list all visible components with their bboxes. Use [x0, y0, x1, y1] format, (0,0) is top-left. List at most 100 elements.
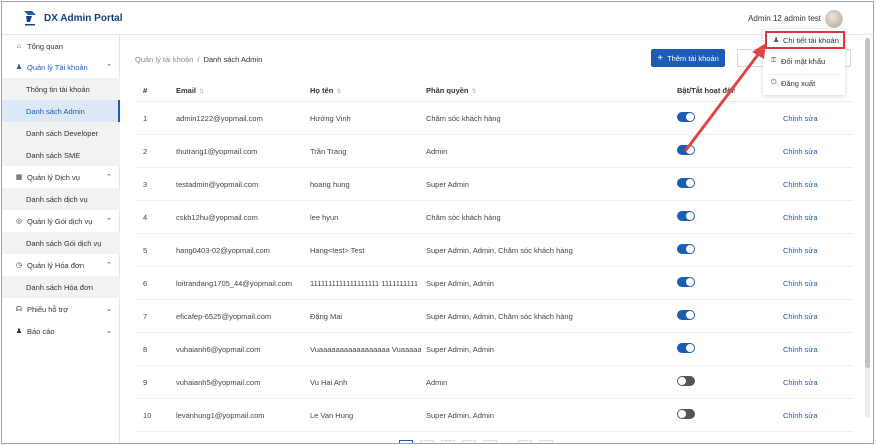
sidebar-item-label: Tổng quan — [27, 41, 63, 51]
report-icon: ♟ — [15, 328, 23, 335]
user-menu-item[interactable]: ♟ Chi tiết tài khoản — [765, 31, 845, 49]
chevron-up-icon[interactable]: ⌃ — [106, 261, 112, 269]
sidebar-item[interactable]: ◎ Quản lý Gói dịch vụ ⌃ — [2, 210, 120, 232]
cell-role: Super Admin, Admin, Chăm sóc khách hàng — [426, 246, 573, 255]
header-email[interactable]: Email ⇅ — [176, 86, 204, 95]
edit-link[interactable]: Chỉnh sửa — [783, 180, 818, 189]
cell-email: levanhung1@yopmail.com — [176, 411, 265, 420]
edit-link[interactable]: Chỉnh sửa — [783, 147, 818, 156]
sidebar-item[interactable]: ▦ Quản lý Dịch vụ ⌃ — [2, 166, 120, 188]
home-icon: ⌂ — [16, 42, 22, 50]
edit-link[interactable]: Chỉnh sửa — [783, 345, 818, 354]
active-toggle[interactable] — [677, 145, 695, 155]
vertical-scrollbar[interactable] — [865, 38, 870, 418]
edit-link[interactable]: Chỉnh sửa — [783, 279, 818, 288]
sort-icon[interactable]: ⇅ — [472, 89, 477, 95]
cell-num: 3 — [143, 180, 148, 189]
edit-link[interactable]: Chỉnh sửa — [783, 114, 818, 123]
cell-name: hoang hung — [310, 180, 350, 189]
active-toggle[interactable] — [677, 343, 695, 353]
edit-link[interactable]: Chỉnh sửa — [783, 411, 818, 420]
cell-name: Hướng Vinh — [310, 114, 351, 123]
table-row: 4 cskh12hu@yopmail.com lee hyun Chăm sóc kh… — [135, 201, 853, 234]
edit-link[interactable]: Chỉnh sửa — [783, 378, 818, 387]
headset-icon: ☊ — [15, 306, 23, 313]
chevron-up-icon[interactable]: ⌃ — [106, 63, 112, 71]
table-row: 6 loitrandang1705_44@yopmail.com 111111111… — [135, 267, 853, 300]
sidebar-item[interactable]: ♟ Báo cáo ⌄ — [2, 320, 120, 342]
active-toggle[interactable] — [677, 310, 695, 320]
active-toggle[interactable] — [677, 178, 695, 188]
sidebar-subitem[interactable]: Thông tin tài khoản — [2, 78, 120, 100]
cell-name: Le Van Hung — [310, 411, 354, 420]
sidebar-item-label: Quản lý Gói dịch vụ — [27, 216, 93, 226]
cell-role: Super Admin — [426, 180, 469, 189]
user-menu: ♟ Chi tiết tài khoản ⚿ Đổi mật khẩu ⏻ Đăng xu… — [763, 29, 845, 95]
sidebar-item-label: Phiếu hỗ trợ — [27, 304, 69, 314]
table-row: 8 vuhaianh6@yopmail.com Vuaaaaaaaaaaaaaaaa… — [135, 333, 853, 366]
page-button[interactable] — [441, 440, 455, 443]
page-button[interactable] — [483, 440, 497, 443]
cell-email: vuhaianh6@yopmail.com — [176, 345, 261, 354]
app-window: DX Admin Portal Admin 12 admin test ⌂ Tổn… — [1, 1, 874, 444]
brand-title: DX Admin Portal — [44, 13, 123, 24]
breadcrumb-separator: / — [197, 55, 200, 64]
page-button[interactable] — [462, 440, 476, 443]
sidebar-item[interactable]: ♟ Quản lý Tài khoản ⌃ — [2, 56, 120, 78]
active-toggle[interactable] — [677, 376, 695, 386]
sidebar-subitem[interactable]: Danh sách dịch vụ — [2, 188, 120, 210]
toggle-knob — [686, 311, 694, 319]
cell-num: 4 — [143, 213, 148, 222]
user-menu-item[interactable]: ⚿ Đổi mật khẩu — [763, 52, 845, 70]
cell-name: Vu Hai Anh — [310, 378, 348, 387]
active-toggle[interactable] — [677, 244, 695, 254]
page-button[interactable] — [539, 440, 553, 443]
sidebar-subitem[interactable]: Danh sách SME — [2, 144, 120, 166]
page-button[interactable] — [399, 440, 413, 443]
invoice-icon: ◷ — [15, 262, 23, 269]
sidebar-subitem[interactable]: Danh sách Admin — [2, 100, 120, 122]
toggle-knob — [686, 278, 694, 286]
chevron-up-icon[interactable]: ⌃ — [106, 217, 112, 225]
edit-link[interactable]: Chỉnh sửa — [783, 246, 818, 255]
page-button[interactable] — [518, 440, 532, 443]
page-button[interactable] — [420, 440, 434, 443]
active-toggle[interactable] — [677, 277, 695, 287]
user-menu-item[interactable]: ⏻ Đăng xuất — [763, 74, 845, 92]
sidebar-item[interactable]: ⌂ Tổng quan — [2, 35, 120, 57]
user-menu-label: Đổi mật khẩu — [781, 56, 826, 66]
breadcrumb-parent[interactable]: Quản lý tài khoản — [135, 55, 193, 64]
sidebar-item[interactable]: ☊ Phiếu hỗ trợ ⌄ — [2, 298, 120, 320]
header-name[interactable]: Họ tên ⇅ — [310, 86, 341, 95]
sort-icon[interactable]: ⇅ — [199, 89, 204, 95]
cell-email: thutrang1@yopmail.com — [176, 147, 258, 156]
sidebar-subitem[interactable]: Danh sách Hóa đơn — [2, 276, 120, 298]
edit-link[interactable]: Chỉnh sửa — [783, 213, 818, 222]
plus-icon: + — [657, 52, 664, 64]
chevron-down-icon[interactable]: ⌄ — [106, 305, 112, 313]
chevron-up-icon[interactable]: ⌃ — [106, 173, 112, 181]
cell-role: Chăm sóc khách hàng — [426, 114, 501, 123]
user-name[interactable]: Admin 12 admin test — [748, 14, 821, 23]
active-toggle[interactable] — [677, 211, 695, 221]
sidebar-item-label: Báo cáo — [27, 326, 55, 336]
cell-email: hang0403-02@yopmail.com — [176, 246, 270, 255]
cell-num: 8 — [143, 345, 148, 354]
sidebar-subitem[interactable]: Danh sách Gói dịch vụ — [2, 232, 120, 254]
scrollbar-thumb[interactable] — [865, 38, 870, 368]
active-toggle[interactable] — [677, 409, 695, 419]
edit-link[interactable]: Chỉnh sửa — [783, 312, 818, 321]
header-role[interactable]: Phân quyền ⇅ — [426, 86, 477, 95]
chevron-down-icon[interactable]: ⌄ — [106, 327, 112, 335]
active-toggle[interactable] — [677, 112, 695, 122]
sidebar-subitem[interactable]: Danh sách Developer — [2, 122, 120, 144]
grid-icon: ▦ — [15, 174, 23, 181]
logout-icon: ⏻ — [771, 79, 777, 86]
avatar[interactable] — [825, 10, 843, 28]
add-account-button[interactable]: + Thêm tài khoản — [651, 49, 725, 67]
sort-icon[interactable]: ⇅ — [336, 89, 341, 95]
sidebar-item[interactable]: ◷ Quản lý Hóa đơn ⌃ — [2, 254, 120, 276]
toggle-knob — [678, 377, 686, 385]
cell-name: Đặng Mai — [310, 312, 343, 321]
add-account-label: Thêm tài khoản — [667, 53, 719, 63]
